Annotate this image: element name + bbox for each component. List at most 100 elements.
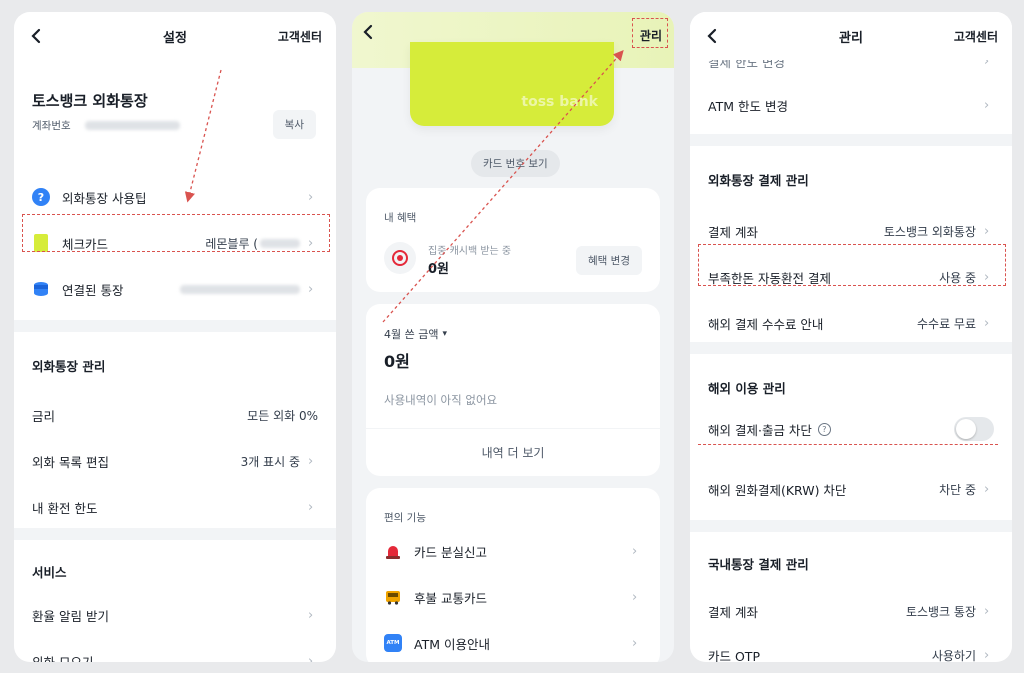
show-card-number-button[interactable]: 카드 번호 보기 xyxy=(471,150,560,177)
chevron-right-icon: › xyxy=(632,589,638,605)
account-number-label: 계좌번호 xyxy=(32,120,71,132)
row-label: 해외 결제 수수료 안내 xyxy=(708,316,824,332)
spending-card: 4월 쓴 금액 ▾ 0원 사용내역이 아직 없어요 내역 더 보기 xyxy=(366,304,660,476)
row-label: 연결된 통장 xyxy=(62,282,124,298)
account-number-row: 계좌번호 xyxy=(32,118,180,133)
row-label: 해외 결제·출금 차단 xyxy=(708,422,812,438)
row-value: 토스뱅크 통장 xyxy=(905,604,976,619)
chevron-right-icon: › xyxy=(308,653,314,663)
features-card: 편의 기능 카드 분실신고 › 후불 교통카드 › ATM ATM 이용안내 › xyxy=(366,488,660,662)
row-label: 결제 계좌 xyxy=(708,224,758,240)
header: 설정 고객센터 xyxy=(14,12,336,60)
row-value: 모든 외화 0% xyxy=(247,408,318,423)
empty-message: 사용내역이 아직 없어요 xyxy=(384,393,498,407)
chevron-right-icon: › xyxy=(308,453,314,469)
row-value: 토스뱅크 외화통장 xyxy=(883,224,976,239)
page-title: 관리 xyxy=(839,30,863,46)
bus-icon xyxy=(384,588,402,606)
chevron-right-icon: › xyxy=(632,635,638,651)
features-title: 편의 기능 xyxy=(384,512,426,524)
row-linked-account[interactable]: 연결된 통장 › xyxy=(14,266,336,312)
chevron-right-icon: › xyxy=(308,189,314,205)
coin-stack-icon xyxy=(32,280,50,298)
section-title: 외화통장 결제 관리 xyxy=(708,173,809,188)
chevron-right-icon: › xyxy=(308,607,314,623)
month-label: 4월 쓴 금액 xyxy=(384,328,439,341)
overseas-section: 해외 이용 관리 해외 결제·출금 차단 ? 해외 원화결제(KRW) 차단 차… xyxy=(690,354,1012,520)
more-history-button[interactable]: 내역 더 보기 xyxy=(366,428,660,476)
section-title: 외화통장 관리 xyxy=(32,359,106,374)
row-label: 금리 xyxy=(32,408,56,424)
row-label: ATM 이용안내 xyxy=(414,636,490,652)
row-krw-block[interactable]: 해외 원화결제(KRW) 차단 차단 중 › xyxy=(690,466,1012,512)
toggle-knob xyxy=(956,419,976,439)
chevron-right-icon: › xyxy=(984,315,990,331)
more-history-label: 내역 더 보기 xyxy=(481,446,545,460)
overseas-block-toggle[interactable] xyxy=(954,417,994,441)
siren-icon xyxy=(384,542,402,560)
benefit-card: 내 혜택 집중 캐시백 받는 중 0원 혜택 변경 xyxy=(366,188,660,292)
row-label: 외화 목록 편집 xyxy=(32,454,109,470)
row-domestic-account[interactable]: 결제 계좌 토스뱅크 통장 › xyxy=(690,588,1012,634)
linked-account-blurred xyxy=(180,284,300,294)
chevron-right-icon: › xyxy=(632,543,638,559)
card-screen: 관리 toss bank 카드 번호 보기 내 혜택 집중 캐시백 받는 중 0… xyxy=(352,12,674,662)
chevron-right-icon: › xyxy=(308,499,314,515)
section-title: 서비스 xyxy=(32,565,67,580)
chevron-right-icon: › xyxy=(984,223,990,239)
row-lost-card[interactable]: 카드 분실신고 › xyxy=(366,528,660,574)
row-value: 사용하기 xyxy=(931,648,976,663)
settings-screen: 설정 고객센터 토스뱅크 외화통장 계좌번호 복사 ? 외화통장 사용팁 › 체… xyxy=(14,12,336,662)
highlight-box xyxy=(22,214,330,252)
change-benefit-button[interactable]: 혜택 변경 xyxy=(576,246,642,275)
back-icon[interactable] xyxy=(24,24,48,48)
month-selector[interactable]: 4월 쓴 금액 ▾ xyxy=(384,326,447,342)
row-transit-card[interactable]: 후불 교통카드 › xyxy=(366,574,660,620)
row-label: 카드 분실신고 xyxy=(414,544,487,560)
row-label: 해외 원화결제(KRW) 차단 xyxy=(708,482,847,498)
chevron-right-icon: › xyxy=(984,481,990,497)
fx-management-section: 외화통장 관리 금리 모든 외화 0% 외화 목록 편집 3개 표시 중 › 내… xyxy=(14,332,336,528)
target-icon xyxy=(384,242,416,274)
row-fx-collect[interactable]: 외화 모으기 › xyxy=(14,638,336,663)
row-card-otp[interactable]: 카드 OTP 사용하기 › xyxy=(690,632,1012,663)
domestic-section: 국내통장 결제 관리 결제 계좌 토스뱅크 통장 › 카드 OTP 사용하기 › xyxy=(690,532,1012,662)
card-brand: toss bank xyxy=(521,94,598,110)
account-number-blurred xyxy=(84,121,180,130)
page-title: 설정 xyxy=(163,30,187,46)
row-label: 외화 모으기 xyxy=(32,654,94,663)
benefit-title: 내 혜택 xyxy=(384,212,417,224)
account-name: 토스뱅크 외화통장 xyxy=(32,92,148,110)
row-edit-currency-list[interactable]: 외화 목록 편집 3개 표시 중 › xyxy=(14,438,336,484)
back-icon[interactable] xyxy=(362,24,374,44)
row-label: 카드 OTP xyxy=(708,648,760,663)
chevron-right-icon: › xyxy=(984,647,990,663)
chevron-right-icon: › xyxy=(984,603,990,619)
card-image: toss bank xyxy=(410,42,614,126)
back-icon[interactable] xyxy=(700,24,724,48)
row-label: 결제 계좌 xyxy=(708,604,758,620)
row-value: 수수료 무료 xyxy=(916,316,976,331)
section-title: 해외 이용 관리 xyxy=(708,381,786,396)
row-atm-limit[interactable]: ATM 한도 변경 › xyxy=(690,82,1012,128)
row-rate-alert[interactable]: 환율 알림 받기 › xyxy=(14,592,336,638)
account-card: 토스뱅크 외화통장 계좌번호 복사 ? 외화통장 사용팁 › 체크카드 레몬블루… xyxy=(14,60,336,320)
chevron-down-icon: ▾ xyxy=(442,329,448,339)
customer-center-link[interactable]: 고객센터 xyxy=(954,28,998,45)
row-value: 3개 표시 중 xyxy=(240,454,300,469)
customer-center-link[interactable]: 고객센터 xyxy=(278,28,322,45)
row-atm-guide[interactable]: ATM ATM 이용안내 › xyxy=(366,620,660,662)
row-label: 외화통장 사용팁 xyxy=(62,190,147,206)
benefit-amount: 0원 xyxy=(428,262,450,277)
highlight-box xyxy=(698,244,1006,286)
row-value: 차단 중 xyxy=(939,482,976,497)
highlight-box xyxy=(632,18,668,48)
row-interest-rate: 금리 모든 외화 0% xyxy=(14,392,336,438)
row-overseas-fee[interactable]: 해외 결제 수수료 안내 수수료 무료 › xyxy=(690,300,1012,346)
info-icon[interactable]: ? xyxy=(817,422,831,436)
row-exchange-limit[interactable]: 내 환전 한도 › xyxy=(14,484,336,530)
row-label: 환율 알림 받기 xyxy=(32,608,109,624)
service-section: 서비스 환율 알림 받기 › 외화 모으기 › xyxy=(14,540,336,662)
copy-button[interactable]: 복사 xyxy=(272,110,316,139)
manage-screen: 결제 한도 변경 › ATM 한도 변경 › 관리 고객센터 외화통장 결제 관… xyxy=(690,12,1012,662)
